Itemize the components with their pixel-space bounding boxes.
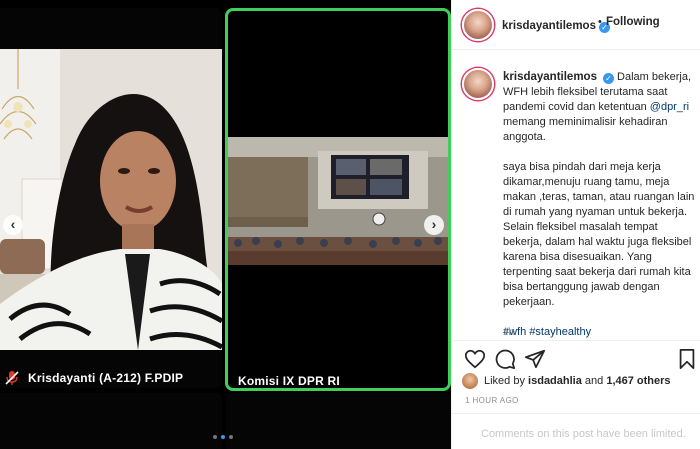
participant-name-right: Komisi IX DPR RI [238,374,340,388]
likes-count-link[interactable]: 1,467 others [606,375,670,387]
heart-icon[interactable] [464,348,486,370]
carousel-dot-active [221,435,225,439]
caption-intro: krisdayantilemos ✓ Dalam bekerja, WFH leb… [503,70,695,145]
participant-name-left: Krisdayanti (A-212) F.PDIP [28,371,184,385]
likes-prefix: Liked by [484,375,525,387]
video-tile-krisdayanti: Krisdayanti (A-212) F.PDIP [0,8,222,388]
carousel-prev-button[interactable]: ‹ [3,215,23,235]
carousel-dot [229,435,233,439]
hashtag-link[interactable]: #stayhealthy [529,326,591,338]
post-caption: krisdayantilemos ✓ Dalam bekerja, WFH leb… [503,70,695,340]
likes-summary: Liked by isdadahlia and 1,467 others [462,373,671,389]
caption-avatar[interactable] [462,68,494,100]
comment-icon[interactable] [494,348,516,370]
mention-link[interactable]: @dpr_ri [650,101,689,113]
comments-limited-notice: Comments on this post have been limited. [481,428,686,440]
avatar[interactable] [462,9,494,41]
video-tile-empty-right [226,393,451,449]
header-username[interactable]: krisdayantilemos [502,20,596,32]
post-media: Krisdayanti (A-212) F.PDIP Komisi IX DPR… [0,0,451,449]
bookmark-icon[interactable] [676,348,698,370]
post-header: krisdayantilemos ✓ • Following [452,0,700,50]
action-bar [452,340,700,374]
carousel-dot [213,435,217,439]
hashtags: #wfh #stayhealthy [503,325,695,340]
liker-username[interactable]: isdadahlia [528,375,582,387]
post-timestamp: 1 HOUR AGO [465,396,519,405]
verified-badge-icon: ✓ [602,73,614,84]
participant-video-komisi-ix [228,137,448,265]
likes-and: and [584,375,604,387]
liker-avatar[interactable] [462,373,478,389]
mic-off-icon [5,371,19,385]
header-username-wrap: krisdayantilemos ✓ [502,16,610,34]
video-tile-empty-left [0,393,222,449]
follow-separator: • [598,16,602,28]
post-sidebar: krisdayantilemos ✓ • Following krisdayant… [451,0,700,449]
meeting-room-view [228,137,448,265]
comments-section[interactable]: krisdayantilemos ✓ Dalam bekerja, WFH leb… [452,50,700,340]
carousel-indicator [213,435,233,439]
caption-intro-end: memang meminimalisir kehadiran anggota. [503,116,668,143]
comment-footer: Comments on this post have been limited. [452,413,700,449]
participant-video-krisdayanti [0,49,222,350]
caption-time: 1h [503,327,515,338]
caption-username[interactable]: krisdayantilemos [503,71,597,83]
caption-body: saya bisa pindah dari meja kerja dikamar… [503,161,695,308]
video-tile-komisi-ix: Komisi IX DPR RI [225,8,451,391]
share-icon[interactable] [524,348,546,370]
carousel-next-button[interactable]: › [424,215,444,235]
participant-portrait [0,49,222,350]
following-button[interactable]: Following [606,16,660,28]
